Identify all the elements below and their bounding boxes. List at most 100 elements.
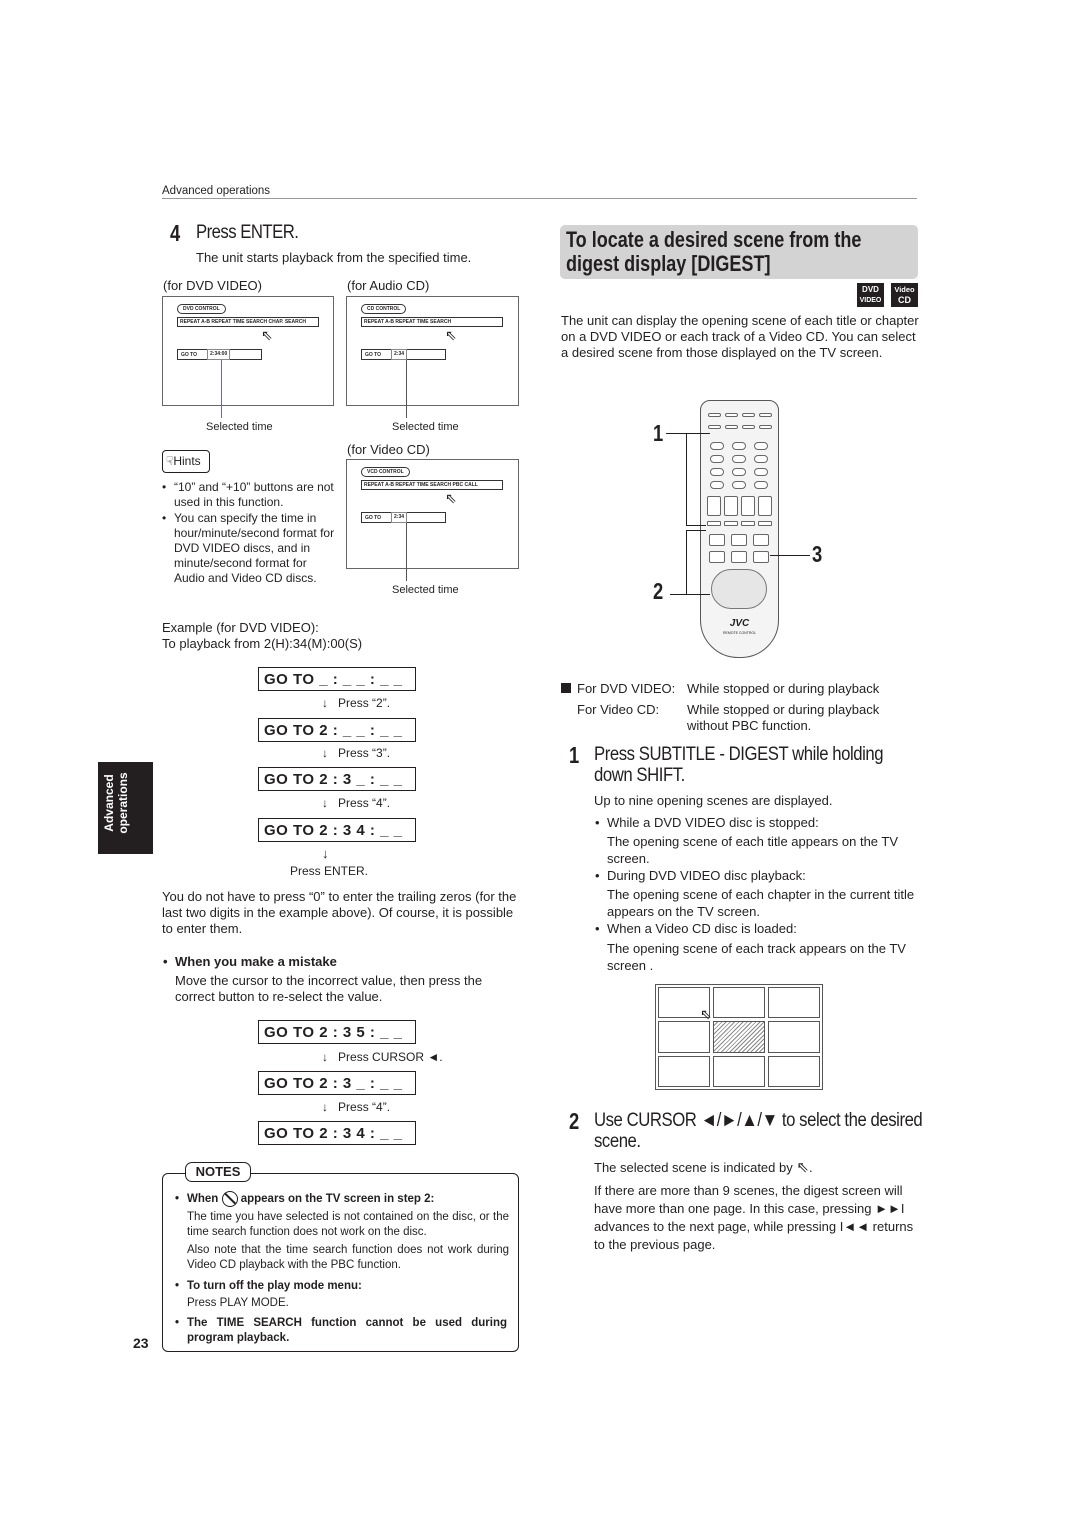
- dvd-video-badge-icon: DVD VIDEO: [857, 283, 884, 307]
- header-rule: [162, 198, 917, 199]
- goto-label: GO TO: [365, 352, 382, 358]
- dvd-screen-label: (for DVD VIDEO): [163, 278, 262, 293]
- control-title: CD CONTROL: [361, 304, 407, 314]
- digest-scene-thumbnail[interactable]: [713, 1055, 765, 1087]
- remote-button: [707, 521, 721, 526]
- press-instruction: ↓ Press “4”.: [322, 1100, 391, 1114]
- step-title: Press ENTER.: [196, 222, 299, 243]
- note-body: Also note that the time search function …: [187, 1244, 509, 1271]
- callout-line: [670, 594, 710, 595]
- goto-display: GO TO 2 : 3 5 : _ _: [258, 1020, 416, 1044]
- mistake-title: When you make a mistake: [163, 954, 337, 970]
- remote-button: [731, 551, 747, 563]
- condition-text: While stopped or during playback: [687, 681, 880, 696]
- goto-display: GO TO _ : _ _ : _ _: [258, 667, 416, 691]
- remote-button: [709, 551, 725, 563]
- digest-item-heading: During DVD VIDEO disc playback:: [595, 868, 806, 884]
- press-instruction: ↓ Press “4”.: [322, 796, 391, 810]
- audio-screen-label: (for Audio CD): [347, 278, 430, 293]
- notes-title: NOTES: [185, 1162, 251, 1182]
- callout-line: [666, 433, 710, 434]
- goto-display: GO TO 2 : 3 _ : _ _: [258, 767, 416, 791]
- digest-item-body: The opening scene of each track appears …: [607, 941, 906, 973]
- control-title: VCD CONTROL: [361, 467, 410, 477]
- remote-button: [753, 551, 769, 563]
- step-title: Use CURSOR ◄/►/▲/▼ to select the desired…: [594, 1110, 923, 1152]
- time-value: 2:34: [391, 512, 408, 523]
- control-menu: REPEAT A-B REPEAT TIME SEARCH: [361, 317, 503, 327]
- press-instruction: Press ENTER.: [290, 864, 369, 878]
- digest-item-heading: While a DVD VIDEO disc is stopped:: [595, 815, 819, 831]
- digest-scene-thumbnail[interactable]: [658, 1021, 710, 1053]
- note-heading: The TIME SEARCH function cannot be used …: [175, 1316, 507, 1346]
- digest-scene-thumbnail[interactable]: [768, 1021, 820, 1053]
- remote-button: [742, 425, 755, 429]
- digest-item-body: The opening scene of each chapter in the…: [607, 887, 915, 919]
- digest-scene-thumbnail[interactable]: [713, 1021, 765, 1053]
- side-tab-line2: operations: [116, 772, 130, 834]
- time-value: 2:34: [391, 349, 408, 360]
- selected-time-caption: Selected time: [392, 421, 459, 433]
- dvd-control-screen: DVD CONTROL REPEAT A-B REPEAT TIME SEARC…: [162, 296, 334, 406]
- remote-button: [708, 425, 721, 429]
- digest-scene-thumbnail[interactable]: [768, 987, 820, 1019]
- digest-scene-thumbnail[interactable]: [658, 1055, 710, 1087]
- time-value: 2:34:00: [207, 349, 231, 360]
- remote-brand: JVC: [729, 618, 750, 629]
- cursor-arrow-icon: ⇖: [261, 327, 273, 343]
- control-menu: REPEAT A-B REPEAT TIME SEARCH CHAP. SEAR…: [177, 317, 319, 327]
- video-cd-badge-icon: Video CD: [891, 283, 918, 307]
- square-bullet-icon: [561, 683, 571, 693]
- side-tab[interactable]: Advanced operations: [98, 762, 153, 854]
- vcd-screen-label: (for Video CD): [347, 442, 430, 457]
- remote-button: [710, 468, 724, 476]
- remote-button: [732, 481, 746, 489]
- digest-item-heading: When a Video CD disc is loaded:: [595, 921, 797, 937]
- section-title-box: To locate a desired scene from the diges…: [560, 225, 918, 279]
- remote-button: [732, 442, 746, 450]
- goto-display: GO TO 2 : 3 4 : _ _: [258, 818, 416, 842]
- mistake-desc: Move the cursor to the incorrect value, …: [175, 973, 483, 1004]
- remote-button: [725, 425, 738, 429]
- down-arrow-icon: ↓: [322, 796, 339, 810]
- goto-display: GO TO 2 : 3 _ : _ _: [258, 1071, 416, 1095]
- note-heading: To turn off the play mode menu:: [175, 1278, 362, 1294]
- callout-1: 1: [653, 420, 664, 446]
- paging-text: If there are more than 9 scenes, the dig…: [594, 1183, 914, 1252]
- down-arrow-icon: ↓: [322, 746, 339, 760]
- step-number: 1: [569, 742, 580, 768]
- remote-button: [753, 534, 769, 546]
- remote-button: [707, 496, 721, 516]
- control-menu: REPEAT A-B REPEAT TIME SEARCH PBC CALL: [361, 480, 503, 490]
- note-body: Press PLAY MODE.: [187, 1297, 289, 1309]
- remote-button: [741, 496, 755, 516]
- press-instruction: ↓ Press “2”.: [322, 696, 391, 710]
- remote-button: [754, 468, 768, 476]
- side-tab-line1: Advanced: [102, 774, 116, 832]
- selected-time-caption: Selected time: [206, 421, 273, 433]
- down-arrow-icon: ↓: [322, 696, 339, 710]
- remote-caption: REMOTE CONTROL: [722, 631, 757, 635]
- step-desc: The selected scene is indicated by ⇖.: [594, 1159, 813, 1176]
- press-instruction: ↓ Press “3”.: [322, 746, 391, 760]
- leader-line: [406, 523, 407, 581]
- digest-scene-thumbnail[interactable]: [713, 987, 765, 1019]
- note-heading: When appears on the TV screen in step 2:: [175, 1191, 434, 1207]
- cursor-arrow-icon: ⇖: [796, 1159, 809, 1176]
- press-instruction: ↓ Press CURSOR ◄.: [322, 1050, 443, 1064]
- remote-button: [759, 425, 772, 429]
- selected-time-caption: Selected time: [392, 584, 459, 596]
- digest-scene-thumbnail[interactable]: [768, 1055, 820, 1087]
- remote-button: [732, 468, 746, 476]
- condition-label: For Video CD:: [577, 702, 660, 717]
- goto-label: GO TO: [181, 352, 198, 358]
- callout-line: [770, 555, 810, 556]
- cursor-pad: [711, 569, 767, 609]
- step-number: 2: [569, 1108, 580, 1134]
- callout-line: [686, 433, 687, 525]
- goto-display: GO TO 2 : 3 4 : _ _: [258, 1121, 416, 1145]
- note-body: The time you have selected is not contai…: [187, 1211, 509, 1238]
- down-arrow-icon: ↓: [322, 846, 329, 861]
- selection-cursor-icon: ⇖: [700, 1006, 712, 1022]
- step-number: 4: [170, 220, 181, 246]
